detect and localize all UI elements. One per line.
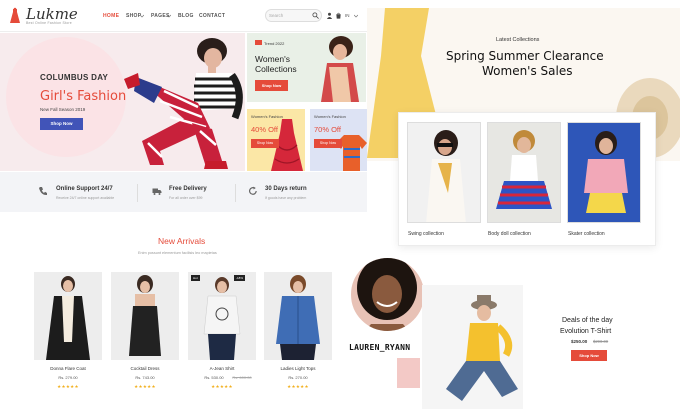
product-price: Rs. 270.00 — [288, 375, 308, 380]
product-name[interactable]: Donna Flare Coat — [34, 366, 102, 371]
promo-new-badge — [255, 40, 262, 45]
product-image[interactable] — [111, 272, 179, 360]
body-doll-model-illustration — [496, 130, 552, 209]
language-selector[interactable]: IN — [345, 13, 350, 18]
nav-home[interactable]: HOME — [103, 13, 119, 19]
promo-model-illustration — [321, 36, 359, 102]
portrait-illustration — [357, 258, 417, 331]
deal-price: $250.00 — [571, 339, 588, 344]
feature-title: 30 Days return — [265, 186, 307, 192]
promo-title: Collections — [255, 64, 297, 74]
feature-subtitle: For all order over $99 — [169, 196, 203, 200]
shirt-model-illustration — [203, 277, 241, 360]
collections-title: Spring Summer Clearance — [446, 49, 604, 63]
dress-logo-icon[interactable] — [6, 7, 24, 25]
promo-title: Women's — [255, 54, 291, 64]
deal-product-name[interactable]: Evolution T-Shirt — [560, 328, 611, 335]
chevron-down-icon — [140, 14, 144, 18]
star-rating-icon: ★★★★★ — [287, 384, 309, 389]
hot-badge: Hot — [191, 275, 200, 281]
feature-divider — [235, 184, 236, 202]
truck-icon — [152, 188, 162, 195]
swing-model-illustration — [426, 130, 466, 222]
star-rating-icon: ★★★★★ — [211, 384, 233, 389]
search-icon[interactable] — [312, 12, 319, 19]
deal-image[interactable] — [422, 285, 523, 409]
logo-tagline: Best Online Fashion Store — [26, 21, 72, 25]
search-input[interactable]: Search — [269, 13, 283, 18]
coat-model-illustration — [46, 276, 90, 360]
promo-offer: 70% Off — [314, 125, 341, 134]
promo-shop-now-button[interactable]: Shop Now — [314, 139, 342, 148]
product-price: Rs. 743.00 — [135, 375, 155, 380]
new-arrivals-title: New Arrivals — [158, 236, 206, 246]
chevron-down-icon — [354, 14, 358, 18]
user-icon[interactable] — [326, 12, 333, 19]
product-image[interactable] — [34, 272, 102, 360]
phone-icon — [39, 187, 47, 196]
skater-model-illustration — [584, 131, 628, 213]
product-name[interactable]: Cocktail Dress — [111, 366, 179, 371]
promo-shop-now-button[interactable]: Shop Now — [251, 139, 279, 148]
hero-model-illustration — [124, 38, 243, 169]
cart-icon[interactable] — [335, 12, 342, 19]
star-rating-icon: ★★★★★ — [57, 384, 79, 389]
promo-offer: 40% Off — [251, 125, 278, 134]
collections-subtitle: Latest Collections — [496, 37, 540, 43]
collection-label[interactable]: Skater collection — [568, 231, 605, 237]
chevron-down-icon — [167, 14, 171, 18]
feature-divider — [137, 184, 138, 202]
decor-strip — [397, 358, 420, 388]
hero-shop-now-button[interactable]: Shop Now — [40, 118, 83, 130]
nav-contact[interactable]: CONTACT — [199, 13, 225, 19]
feature-title: Free Delivery — [169, 186, 207, 192]
features-strip — [0, 172, 367, 212]
new-arrivals-subtitle: Enim possunt elementum facilisis leo map… — [138, 251, 217, 255]
collection-label[interactable]: Swing collection — [408, 231, 444, 237]
promo-tag: Trend 2022 — [264, 41, 285, 46]
hero-subtitle: New Fall Season 2019 — [40, 107, 86, 112]
star-rating-icon: ★★★★★ — [134, 384, 156, 389]
promo-shop-now-button[interactable]: Shop Now — [255, 80, 288, 91]
deal-shop-now-button[interactable]: Shop Now — [571, 350, 607, 361]
promo-label: Women's Fashion — [251, 114, 283, 119]
dress-model-illustration — [129, 275, 161, 356]
feature-subtitle: Receive 24/7 online support available — [56, 196, 115, 200]
sale-badge: -18% — [234, 275, 246, 281]
product-price: Rs. 279.00 — [58, 375, 78, 380]
collections-title: Women's Sales — [482, 64, 573, 78]
deal-title: Deals of the day — [562, 317, 613, 324]
promo-label: Women's Fashion — [314, 114, 346, 119]
product-name[interactable]: Ladies Light Tops — [264, 366, 332, 371]
deal-old-price: $290.00 — [593, 339, 609, 344]
feature-subtitle: If goods have any problem — [265, 196, 307, 200]
collection-image[interactable] — [567, 122, 641, 223]
collection-image[interactable] — [407, 122, 481, 223]
product-image[interactable] — [188, 272, 256, 360]
avatar — [349, 256, 426, 333]
nav-blog[interactable]: BLOG — [178, 13, 194, 19]
return-icon — [249, 186, 257, 195]
product-name[interactable]: A-Jean Shirt — [188, 366, 256, 371]
portrait-name: LAUREN_RYANN — [349, 343, 411, 352]
feature-title: Online Support 24/7 — [56, 186, 113, 192]
deal-model-illustration — [446, 295, 518, 401]
product-image[interactable] — [264, 272, 332, 360]
hero-title: Girl's Fashion — [40, 89, 127, 104]
denim-top-model-illustration — [276, 275, 320, 360]
collection-label[interactable]: Body doll collection — [488, 231, 531, 237]
collection-image[interactable] — [487, 122, 561, 223]
hero-eyebrow: COLUMBUS DAY — [40, 73, 109, 82]
